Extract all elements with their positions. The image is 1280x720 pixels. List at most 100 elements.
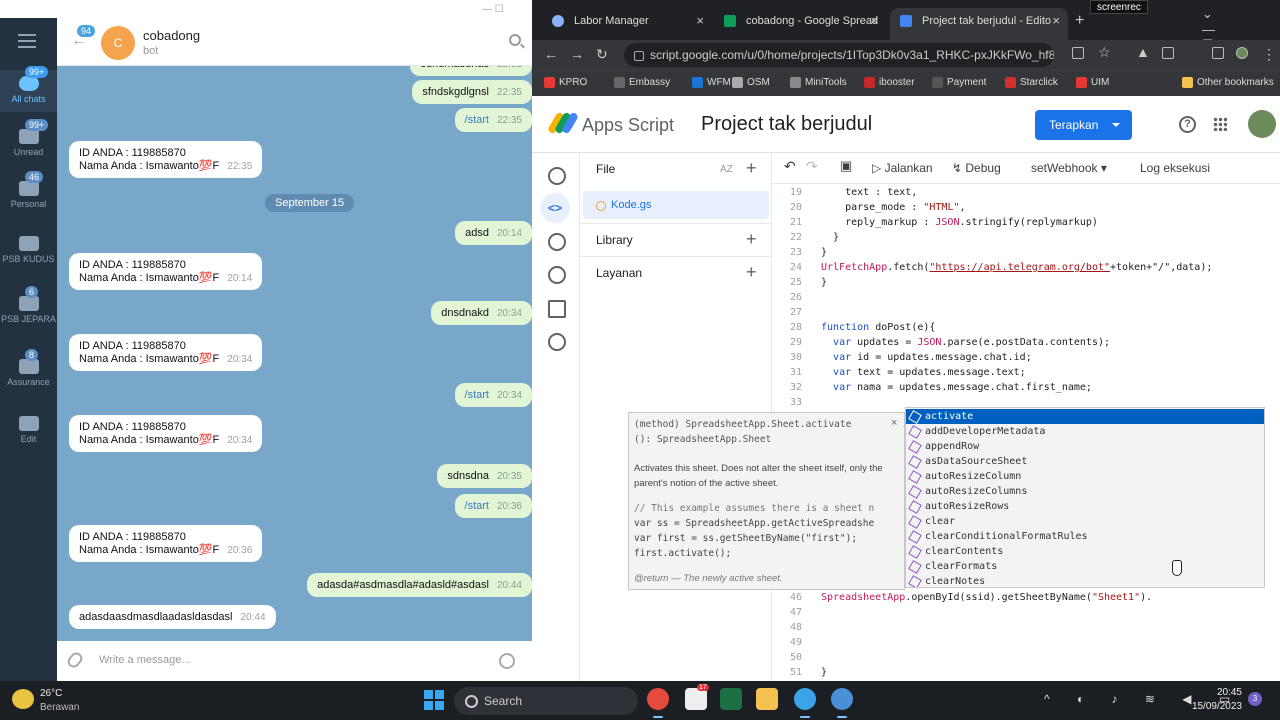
code-line[interactable]: parse_mode : "HTML",: [821, 202, 965, 213]
bookmark-item[interactable]: UIM: [1076, 77, 1109, 88]
outgoing-message[interactable]: /start 20:34: [454, 383, 532, 407]
add-service-button[interactable]: +: [746, 262, 757, 283]
weather-temperature[interactable]: 26°C: [40, 688, 62, 699]
outgoing-message[interactable]: sdnsdna 20:35: [437, 464, 532, 488]
deploy-button[interactable]: Terapkan: [1035, 110, 1132, 140]
file-item-kode[interactable]: Kode.gs: [583, 191, 769, 219]
bookmark-item[interactable]: WFM: [692, 77, 731, 88]
code-line[interactable]: }: [821, 232, 839, 243]
folder-psb-kudus[interactable]: PSB KUDUS: [0, 230, 57, 272]
bookmark-item[interactable]: MiniTools: [790, 77, 847, 88]
suggestion-item[interactable]: asDataSourceSheet: [906, 454, 1264, 469]
help-icon[interactable]: ?: [1179, 116, 1196, 133]
url-input[interactable]: script.google.com/u/0/home/projects/1ITo…: [624, 43, 1054, 67]
bookmark-item[interactable]: Embassy: [614, 77, 670, 88]
menu-dots-icon[interactable]: ⋮: [1262, 46, 1276, 63]
suggestion-item[interactable]: autoResizeRows: [906, 499, 1264, 514]
tab-labor-manager[interactable]: Labor Manager ×: [542, 8, 712, 40]
windows-start-icon[interactable]: [424, 690, 444, 710]
incoming-message[interactable]: ID ANDA : 119885870 Nama Anda : Ismawanto…: [69, 141, 263, 178]
outgoing-message[interactable]: /start 20:36: [454, 494, 532, 518]
suggestion-item[interactable]: clearContents: [906, 544, 1264, 559]
add-library-button[interactable]: +: [746, 229, 757, 250]
incoming-message[interactable]: ID ANDA : 119885870 Nama Anda : Ismawanto…: [69, 525, 263, 562]
library-heading[interactable]: Library: [596, 233, 633, 247]
code-line[interactable]: var updates = JSON.parse(e.postData.cont…: [821, 337, 1110, 348]
undo-icon[interactable]: ↶: [784, 158, 796, 175]
attach-icon[interactable]: [65, 650, 85, 670]
code-line[interactable]: text : text,: [821, 187, 917, 198]
close-icon[interactable]: ×: [1052, 8, 1060, 34]
info-icon[interactable]: [548, 167, 566, 185]
incoming-message[interactable]: ID ANDA : 119885870 Nama Anda : Ismawanto…: [69, 253, 263, 290]
clock-date[interactable]: 15/09/2023: [1182, 701, 1242, 712]
telegram-icon[interactable]: [794, 688, 816, 718]
function-select[interactable]: setWebhook ▾: [1031, 161, 1107, 175]
suggestion-item[interactable]: activate: [906, 409, 1264, 424]
bookmark-item[interactable]: Payment: [932, 77, 986, 88]
executions-icon[interactable]: [548, 300, 566, 318]
message-list[interactable]: September 15 sdndmasdnas 22:32 sfndskgdlgn…: [57, 66, 532, 641]
notification-badge[interactable]: 3: [1248, 692, 1262, 706]
suggestion-item[interactable]: clearNotes: [906, 574, 1264, 587]
suggestion-item[interactable]: addDeveloperMetadata: [906, 424, 1264, 439]
taskbar-search[interactable]: Search: [454, 687, 638, 715]
code-line[interactable]: SpreadsheetApp.openById(ssid).getSheetBy…: [821, 592, 1152, 603]
star-icon[interactable]: ☆: [1098, 44, 1111, 61]
bookmark-item[interactable]: Starclick: [1005, 77, 1058, 88]
outgoing-message[interactable]: adsd 20:14: [455, 221, 532, 245]
folder-psb-jepara[interactable]: 6 PSB JEPARA: [0, 286, 57, 332]
tab-spreadsheet[interactable]: cobadong - Google Spread ×: [714, 8, 886, 40]
triggers-alarm-icon[interactable]: [548, 266, 566, 284]
bookmark-item[interactable]: ibooster: [864, 77, 915, 88]
code-line[interactable]: reply_markup : JSON.stringify(replymarku…: [821, 217, 1098, 228]
close-icon[interactable]: ×: [696, 8, 704, 34]
message-input[interactable]: Write a message...: [99, 654, 191, 666]
autocomplete-list[interactable]: activate addDeveloperMetadata appendRow asD…: [905, 407, 1265, 588]
avatar[interactable]: [1248, 110, 1276, 138]
bookmark-item[interactable]: OSM: [732, 77, 770, 88]
close-icon[interactable]: ×: [870, 8, 878, 34]
settings-gear-icon[interactable]: [548, 333, 566, 351]
edge-icon[interactable]: [831, 688, 853, 718]
menu-icon[interactable]: [18, 34, 36, 48]
app-name[interactable]: Apps Script: [582, 115, 674, 136]
excel-icon[interactable]: [720, 688, 742, 710]
forward-icon[interactable]: →: [570, 46, 584, 62]
suggestion-item[interactable]: appendRow: [906, 439, 1264, 454]
weather-icon[interactable]: [12, 689, 34, 709]
suggestion-item[interactable]: clearFormats: [906, 559, 1264, 574]
outgoing-message[interactable]: dnsdnakd 20:34: [431, 301, 532, 325]
services-heading[interactable]: Layanan: [596, 266, 642, 280]
folder-personal[interactable]: 46 Personal: [0, 171, 57, 217]
code-line[interactable]: function doPost(e){: [821, 322, 935, 333]
bookmark-item[interactable]: KPRO: [544, 77, 587, 88]
outgoing-message[interactable]: /start 22:35: [454, 108, 532, 132]
emoji-icon[interactable]: [499, 653, 515, 669]
chrome-icon[interactable]: [647, 688, 669, 718]
code-line[interactable]: var text = updates.message.text;: [821, 367, 1026, 378]
suggestion-item[interactable]: clearConditionalFormatRules: [906, 529, 1264, 544]
share-icon[interactable]: [1072, 47, 1084, 59]
suggestion-item[interactable]: clear: [906, 514, 1264, 529]
code-line[interactable]: var nama = updates.message.chat.first_na…: [821, 382, 1092, 393]
code-line[interactable]: var id = updates.message.chat.id;: [821, 352, 1032, 363]
add-file-button[interactable]: +: [746, 158, 757, 179]
save-icon[interactable]: ▣: [840, 158, 852, 174]
search-icon[interactable]: [509, 34, 521, 46]
mail-icon[interactable]: 17: [685, 684, 709, 710]
puzzle-icon[interactable]: [1162, 47, 1174, 59]
code-line[interactable]: }: [821, 247, 827, 258]
telegram-window-controls[interactable]: — ☐: [482, 4, 504, 15]
code-editor-icon[interactable]: <>: [540, 193, 570, 223]
close-icon[interactable]: ×: [891, 417, 897, 429]
suggestion-item[interactable]: autoResizeColumns: [906, 484, 1264, 499]
extension-icon[interactable]: ▲: [1136, 44, 1150, 60]
folder-assurance[interactable]: 8 Assurance: [0, 349, 57, 395]
folder-all-chats[interactable]: 99+ All chats: [0, 66, 57, 112]
apps-grid-icon[interactable]: [1213, 117, 1227, 131]
incoming-message[interactable]: ID ANDA : 119885870 Nama Anda : Ismawanto…: [69, 334, 263, 371]
project-title[interactable]: Project tak berjudul: [701, 113, 872, 136]
outgoing-message[interactable]: sdndmasdnas 22:32: [410, 66, 532, 76]
bookmark-item[interactable]: Other bookmarks: [1182, 77, 1274, 88]
